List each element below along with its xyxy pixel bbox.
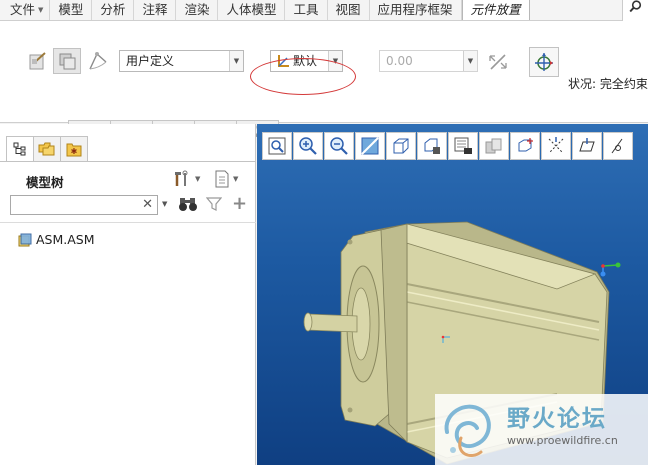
add-icon[interactable]: +: [232, 195, 247, 213]
tab-folder-browser[interactable]: [33, 136, 61, 162]
model-tree-panel: ✱ 模型树 ▼ ▼ ✕ ▼ + ASM.ASM: [0, 124, 256, 465]
tools-icon: [175, 170, 188, 186]
svg-text:✱: ✱: [71, 147, 78, 156]
tree-settings-button[interactable]: ▼: [172, 169, 200, 189]
favorites-folder-icon: ✱: [66, 143, 82, 156]
binoculars-icon[interactable]: [178, 196, 198, 215]
filter-icon[interactable]: [205, 196, 223, 215]
tab-analysis[interactable]: 分析: [92, 0, 135, 20]
search-input[interactable]: ✕: [10, 195, 158, 215]
forum-logo-icon: [444, 404, 491, 457]
divider: [0, 222, 256, 223]
watermark-title: 野火论坛: [507, 406, 607, 432]
ribbon-tab-bar: 文件 ▼ 模型 分析 注释 渲染 人体模型 工具 视图 应用程序框架 元件放置: [0, 0, 648, 21]
chevron-down-icon: ▼: [463, 51, 477, 71]
divider: [0, 161, 256, 162]
search-icon[interactable]: [622, 0, 648, 21]
tab-favorites[interactable]: ✱: [60, 136, 88, 162]
clear-icon[interactable]: ✕: [142, 197, 153, 212]
flip-constraint-icon[interactable]: [486, 50, 510, 74]
tab-view[interactable]: 视图: [328, 0, 370, 20]
tab-component-placement[interactable]: 元件放置: [461, 0, 530, 20]
move-component-icon[interactable]: [529, 47, 559, 77]
graphics-viewport[interactable]: 野火论坛 www.proewildfire.cn: [257, 124, 648, 465]
automatic-constraint-icon[interactable]: [26, 49, 50, 73]
chevron-down-icon[interactable]: ▼: [162, 200, 167, 208]
chevron-down-icon: ▼: [195, 175, 201, 183]
tab-annotate[interactable]: 注释: [134, 0, 177, 20]
ribbon-panel: 用户定义 ▼ 默认 ▼ 0.00 ▼ 状况: 完全约束 放置 移动 选项 挠性 …: [0, 21, 648, 143]
chevron-down-icon: ▼: [233, 175, 239, 183]
tab-applications[interactable]: 应用程序框架: [370, 0, 462, 20]
create-new-constraint-icon[interactable]: [53, 48, 81, 74]
chevron-down-icon: ▼: [38, 6, 44, 14]
panel-title: 模型树: [26, 175, 64, 190]
assembly-icon: [18, 233, 32, 246]
tree-icon: [13, 142, 26, 156]
forum-watermark: 野火论坛 www.proewildfire.cn: [435, 394, 648, 465]
list-document-icon: [215, 170, 229, 188]
folder-icon: [38, 142, 55, 156]
tab-tools[interactable]: 工具: [285, 0, 328, 20]
constraint-status: 状况: 完全约束: [568, 77, 648, 91]
chevron-down-icon: ▼: [229, 51, 243, 71]
tab-model-tree[interactable]: [6, 136, 34, 162]
tab-file[interactable]: 文件 ▼: [0, 0, 51, 20]
highlight-ellipse: [250, 58, 356, 95]
navigator-tabs: ✱: [6, 136, 88, 162]
constraint-set-select[interactable]: 用户定义 ▼: [119, 50, 244, 72]
tab-render[interactable]: 渲染: [176, 0, 219, 20]
tree-show-button[interactable]: ▼: [214, 169, 238, 189]
tree-item[interactable]: ASM.ASM: [18, 232, 95, 247]
tab-manikin[interactable]: 人体模型: [218, 0, 286, 20]
watermark-url: www.proewildfire.cn: [507, 434, 618, 447]
offset-value-input[interactable]: 0.00 ▼: [379, 50, 478, 72]
mechanism-connection-icon[interactable]: [86, 49, 110, 73]
tab-model[interactable]: 模型: [50, 0, 93, 20]
